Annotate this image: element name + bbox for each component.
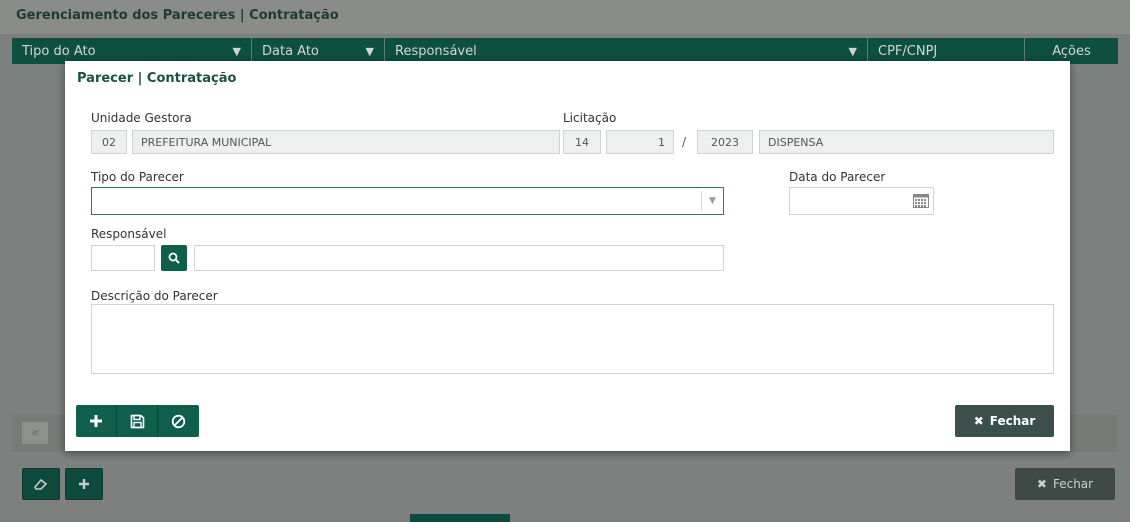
grid-col-label: Data Ato xyxy=(262,43,319,59)
search-icon xyxy=(168,252,180,264)
close-icon: ✖ xyxy=(973,414,984,428)
close-icon: ✖ xyxy=(1036,477,1047,491)
unidade-gestora-code-field: 02 xyxy=(91,130,127,154)
responsavel-label: Responsável xyxy=(91,227,167,241)
close-button[interactable]: ✖ Fechar xyxy=(955,405,1054,437)
add-button-background[interactable] xyxy=(65,468,103,500)
grid-col-label: Tipo do Ato xyxy=(22,43,96,59)
modal-title: Parecer | Contratação xyxy=(77,71,237,86)
data-parecer-label: Data do Parecer xyxy=(789,170,886,184)
plus-icon xyxy=(79,479,89,489)
ban-icon xyxy=(171,414,186,428)
licitacao-year-field: 2023 xyxy=(697,130,753,154)
licitacao-label: Licitação xyxy=(563,111,617,125)
grid-col-label: Ações xyxy=(1052,43,1091,59)
filter-icon[interactable]: ▼ xyxy=(366,45,374,58)
filter-icon[interactable]: ▼ xyxy=(849,45,857,58)
eraser-button[interactable] xyxy=(22,468,60,500)
first-page-icon[interactable]: « xyxy=(22,422,48,444)
grid-col-label: CPF/CNPJ xyxy=(878,43,938,59)
action-button-group xyxy=(76,405,199,437)
descricao-textarea[interactable] xyxy=(91,304,1054,374)
background-close-label: Fechar xyxy=(1052,477,1094,491)
licitacao-separator: / xyxy=(682,135,687,149)
bottom-tab xyxy=(410,514,510,522)
licitacao-type-field: DISPENSA xyxy=(759,130,1054,154)
licitacao-field-1: 14 xyxy=(563,130,601,154)
responsavel-search-button[interactable] xyxy=(161,245,187,271)
plus-icon xyxy=(90,415,102,427)
grid-col-label: Responsável xyxy=(395,43,477,59)
descricao-label: Descrição do Parecer xyxy=(91,289,218,303)
chevron-down-icon[interactable]: ▼ xyxy=(701,191,723,211)
eraser-icon xyxy=(34,478,48,490)
filter-icon[interactable]: ▼ xyxy=(233,45,241,58)
save-button[interactable] xyxy=(117,405,158,437)
cancel-button[interactable] xyxy=(158,405,199,437)
close-button-label: Fechar xyxy=(989,414,1036,428)
background-close-button[interactable]: ✖ Fechar xyxy=(1015,468,1115,500)
tipo-parecer-label: Tipo do Parecer xyxy=(91,170,184,184)
tipo-parecer-select[interactable]: ▼ xyxy=(91,187,724,215)
data-parecer-input[interactable] xyxy=(789,187,934,215)
licitacao-field-2: 1 xyxy=(606,130,674,154)
responsavel-code-input[interactable] xyxy=(91,245,155,271)
responsavel-name-input[interactable] xyxy=(194,245,724,271)
background-title: Gerenciamento dos Pareceres | Contrataçã… xyxy=(0,0,1130,34)
unidade-gestora-label: Unidade Gestora xyxy=(91,111,192,125)
floppy-disk-icon xyxy=(130,414,144,428)
parecer-modal: Parecer | Contratação Unidade Gestora 02… xyxy=(65,61,1070,451)
calendar-icon[interactable] xyxy=(913,194,929,208)
add-button[interactable] xyxy=(76,405,117,437)
unidade-gestora-name-field: PREFEITURA MUNICIPAL xyxy=(132,130,560,154)
